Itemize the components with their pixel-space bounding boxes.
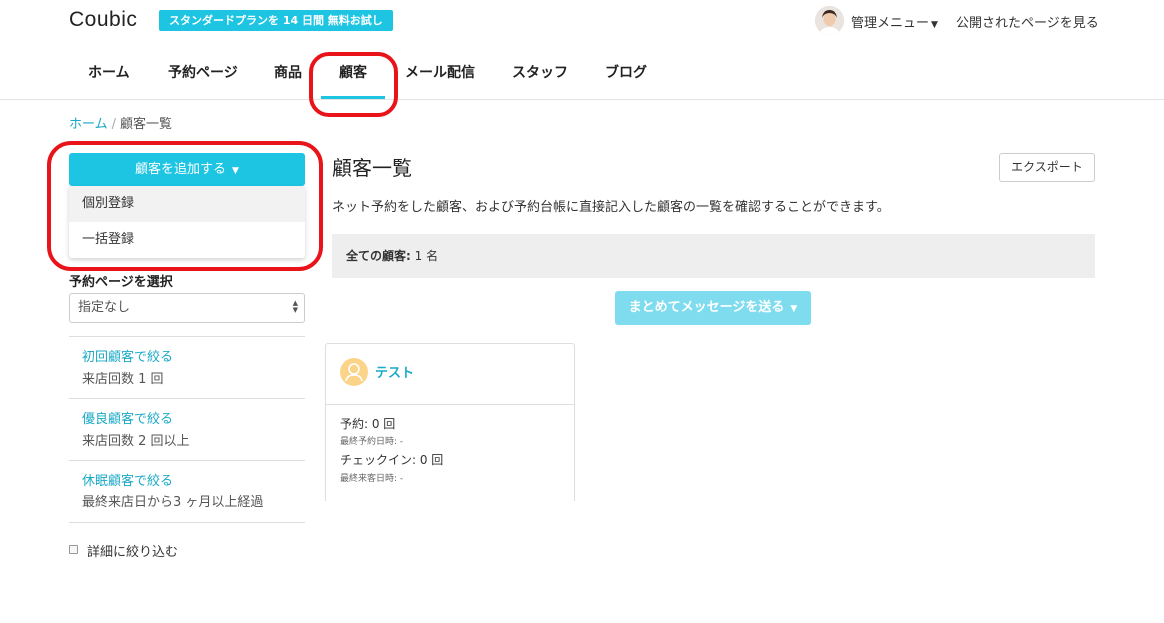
sidebar-divider (69, 336, 305, 337)
filter-first-time-link[interactable]: 初回顧客で絞る (82, 346, 173, 365)
caret-down-icon: ▼ (790, 304, 798, 314)
customer-count-value: 1 名 (414, 249, 439, 263)
select-arrows-icon: ▲ ▼ (292, 299, 298, 314)
user-avatar[interactable] (815, 6, 844, 35)
tab-mail[interactable]: メール配信 (405, 62, 475, 82)
tab-staff[interactable]: スタッフ (512, 62, 568, 82)
public-page-link[interactable]: 公開されたページを見る (956, 12, 1099, 31)
customer-count-bar: 全ての顧客: 1 名 (332, 234, 1095, 278)
filter-loyal-link[interactable]: 優良顧客で絞る (82, 408, 173, 427)
sidebar-divider (69, 522, 305, 523)
person-icon (345, 363, 363, 382)
customer-reservations: 予約: 0 回 (340, 417, 396, 431)
customer-count-label: 全ての顧客: (346, 249, 411, 263)
export-button[interactable]: エクスポート (999, 153, 1095, 182)
breadcrumb: ホーム / 顧客一覧 (69, 113, 172, 132)
customer-avatar-icon (340, 358, 368, 386)
admin-menu-label: 管理メニュー (851, 16, 930, 31)
tab-products[interactable]: 商品 (274, 62, 302, 82)
detail-filter-checkbox[interactable] (69, 545, 78, 554)
booking-page-select-label: 予約ページを選択 (69, 275, 173, 290)
annotation-highlight-customers-tab (309, 52, 398, 117)
header-divider (0, 99, 1164, 100)
tab-home[interactable]: ホーム (88, 62, 130, 82)
page-title: 顧客一覧 (332, 156, 412, 180)
filter-dormant-desc: 最終来店日から3 ヶ月以上経過 (82, 495, 264, 510)
tab-blog[interactable]: ブログ (605, 62, 647, 82)
annotation-highlight-add-customer (47, 141, 323, 271)
coubic-logo[interactable]: Coubic (69, 8, 137, 32)
customer-checkins: チェックイン: 0 回 (340, 453, 444, 467)
free-trial-badge[interactable]: スタンダードプランを 14 日間 無料お試し (159, 10, 393, 31)
bulk-message-label: まとめてメッセージを送る (628, 300, 785, 315)
booking-page-select-value: 指定なし (78, 300, 131, 315)
sidebar-divider (69, 460, 305, 461)
customer-card: テスト 予約: 0 回 最終予約日時: - チェックイン: 0 回 最終来客日時… (325, 343, 575, 501)
user-avatar-icon (815, 6, 844, 35)
breadcrumb-current: 顧客一覧 (120, 117, 173, 132)
detail-filter-label[interactable]: 詳細に絞り込む (87, 541, 178, 560)
breadcrumb-separator: / (111, 117, 117, 132)
filter-loyal-desc: 来店回数 2 回以上 (82, 434, 190, 449)
customer-last-visit: 最終来客日時: - (340, 474, 404, 484)
filter-first-time-desc: 来店回数 1 回 (82, 372, 164, 387)
customer-last-reservation: 最終予約日時: - (340, 437, 404, 447)
bulk-message-button[interactable]: まとめてメッセージを送る ▼ (615, 291, 811, 325)
tab-booking-pages[interactable]: 予約ページ (168, 62, 238, 82)
caret-down-icon: ▼ (931, 20, 938, 30)
customer-name-link[interactable]: テスト (375, 362, 414, 381)
booking-page-select[interactable]: 指定なし ▲ ▼ (69, 293, 305, 323)
customer-card-header: テスト (326, 344, 574, 405)
admin-menu[interactable]: 管理メニュー ▼ (851, 12, 938, 31)
sidebar-divider (69, 398, 305, 399)
breadcrumb-home[interactable]: ホーム (69, 117, 108, 132)
filter-dormant-link[interactable]: 休眠顧客で絞る (82, 470, 173, 489)
page-description: ネット予約をした顧客、および予約台帳に直接記入した顧客の一覧を確認することができ… (332, 200, 890, 215)
